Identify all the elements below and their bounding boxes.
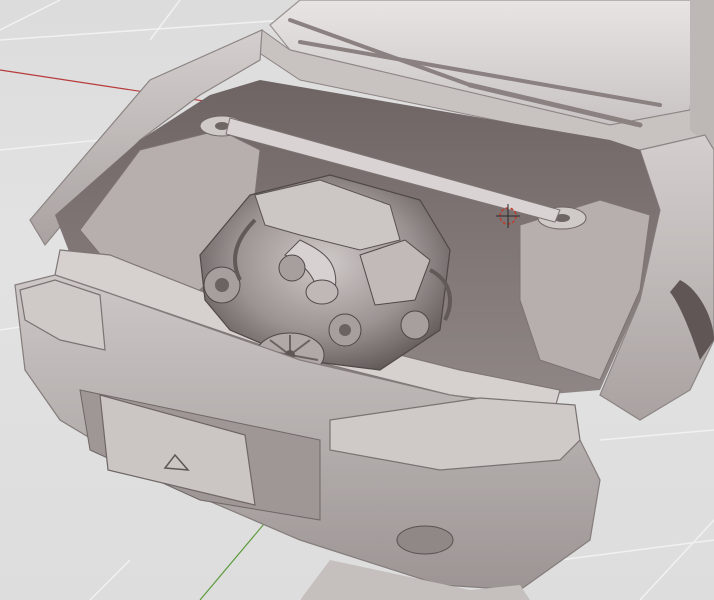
a-pillar [690,0,714,150]
3d-viewport[interactable] [0,0,714,600]
car-model[interactable] [14,0,714,600]
fog-light [396,525,454,555]
viewport-scene[interactable] [0,0,714,600]
